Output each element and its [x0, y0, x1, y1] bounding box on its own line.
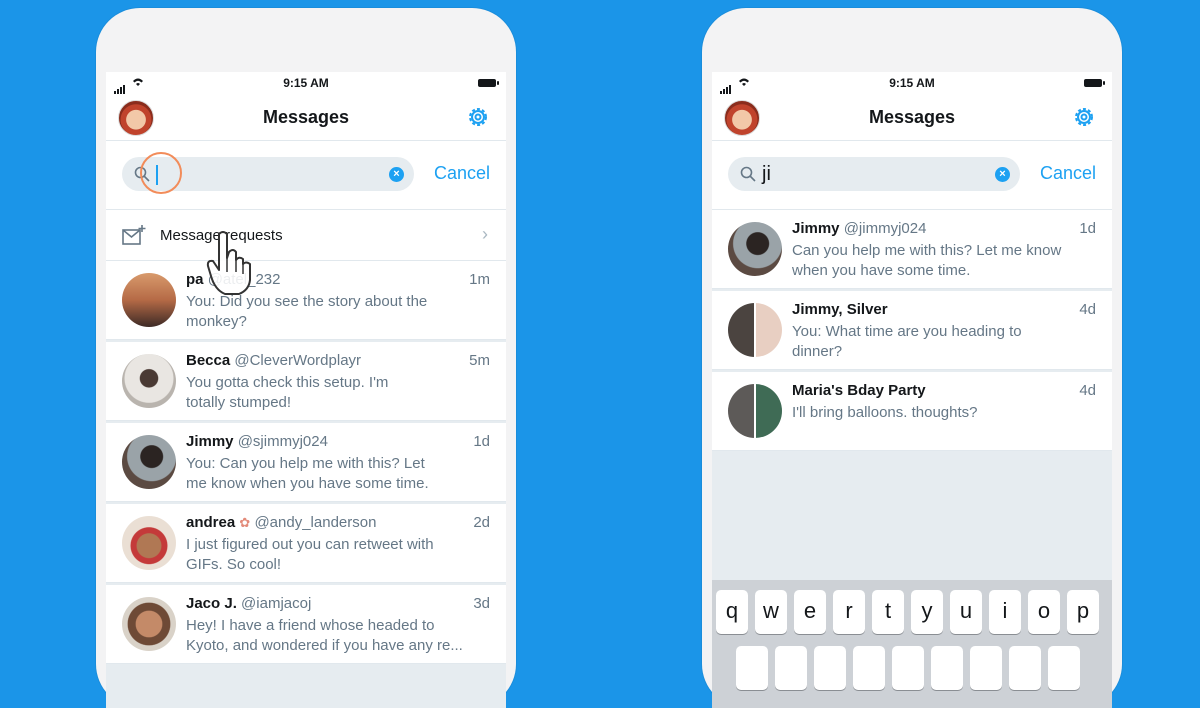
- nav-bar: Messages: [712, 94, 1112, 141]
- keyboard-key[interactable]: [931, 646, 963, 690]
- keyboard-key[interactable]: [892, 646, 924, 690]
- hand-cursor-icon: [206, 231, 251, 295]
- status-time: 9:15 AM: [283, 76, 329, 90]
- key-u[interactable]: u: [950, 590, 982, 634]
- keyboard: q w e r t y u i o p: [712, 580, 1112, 708]
- avatar: [122, 435, 176, 489]
- conversation-preview: You gotta check this setup. I'm totally …: [186, 374, 389, 411]
- group-avatar: [728, 303, 782, 357]
- status-bar: 9:15 AM: [712, 72, 1112, 94]
- conversation-name: andrea ✿ @andy_landerson: [186, 514, 377, 531]
- group-avatar: [728, 384, 782, 438]
- status-bar: 9:15 AM: [106, 72, 506, 94]
- search-result-row[interactable]: Jimmy @jimmyj024 1d Can you help me with…: [712, 210, 1112, 289]
- avatar: [122, 597, 176, 651]
- screen-left: 9:15 AM Messages × Cancel Message reques…: [106, 72, 506, 708]
- conversation-time: 1m: [469, 271, 490, 288]
- keyboard-key[interactable]: [1009, 646, 1041, 690]
- screen-right: 9:15 AM Messages ji × Cancel Jimmy @jimm…: [712, 72, 1112, 708]
- search-value: ji: [762, 163, 771, 185]
- avatar: [122, 516, 176, 570]
- key-p[interactable]: p: [1067, 590, 1099, 634]
- conversation-name: Jimmy @sjimmyj024: [186, 433, 328, 450]
- chevron-right-icon: ›: [482, 224, 488, 244]
- message-requests-row[interactable]: Message requests ›: [106, 210, 506, 261]
- keyboard-key[interactable]: [775, 646, 807, 690]
- mail-plus-icon: [122, 225, 146, 245]
- gear-icon[interactable]: [466, 105, 490, 129]
- key-t[interactable]: t: [872, 590, 904, 634]
- page-title: Messages: [262, 107, 350, 127]
- keyboard-key[interactable]: [853, 646, 885, 690]
- conversation-preview: Hey! I have a friend whose headed to Kyo…: [186, 617, 463, 654]
- gear-icon[interactable]: [1072, 105, 1096, 129]
- avatar: [122, 273, 176, 327]
- conversation-name: Becca @CleverWordplayr: [186, 352, 362, 369]
- key-o[interactable]: o: [1028, 590, 1060, 634]
- conversation-time: 4d: [1079, 382, 1096, 399]
- avatar: [728, 222, 782, 276]
- search-result-row[interactable]: Maria's Bday Party 4d I'll bring balloon…: [712, 372, 1112, 451]
- status-time: 9:15 AM: [889, 76, 935, 90]
- search-icon: [740, 166, 756, 182]
- battery-icon: [1084, 79, 1105, 87]
- nav-bar: Messages: [106, 94, 506, 141]
- conversation-time: 2d: [473, 514, 490, 531]
- key-q[interactable]: q: [716, 590, 748, 634]
- avatar: [122, 354, 176, 408]
- key-i[interactable]: i: [989, 590, 1021, 634]
- clear-icon[interactable]: ×: [995, 167, 1010, 182]
- conversation-time: 1d: [473, 433, 490, 450]
- conversation-row[interactable]: Jimmy @sjimmyj024 1d You: Can you help m…: [106, 423, 506, 502]
- phone-right: 9:15 AM Messages ji × Cancel Jimmy @jimm…: [702, 8, 1122, 708]
- phone-left: 9:15 AM Messages × Cancel Message reques…: [96, 8, 516, 708]
- battery-icon: [478, 79, 499, 87]
- conversation-name: Maria's Bday Party: [792, 382, 926, 399]
- keyboard-key[interactable]: [1048, 646, 1080, 690]
- conversation-time: 5m: [469, 352, 490, 369]
- conversation-preview: I'll bring balloons. thoughts?: [792, 404, 978, 421]
- conversation-row[interactable]: Jaco J. @iamjacoj 3d Hey! I have a frien…: [106, 585, 506, 664]
- conversation-name: Jaco J. @iamjacoj: [186, 595, 312, 612]
- conversation-preview: You: Did you see the story about the mon…: [186, 293, 428, 330]
- clear-icon[interactable]: ×: [389, 167, 404, 182]
- search-row: × Cancel: [106, 141, 506, 210]
- conversation-preview: I just figured out you can retweet with …: [186, 536, 434, 573]
- page-title: Messages: [868, 107, 956, 127]
- conversation-name: Jimmy, Silver: [792, 301, 888, 318]
- conversation-row[interactable]: Becca @CleverWordplayr 5m You gotta chec…: [106, 342, 506, 421]
- key-y[interactable]: y: [911, 590, 943, 634]
- key-w[interactable]: w: [755, 590, 787, 634]
- key-r[interactable]: r: [833, 590, 865, 634]
- search-row: ji × Cancel: [712, 141, 1112, 210]
- cancel-button[interactable]: Cancel: [1040, 163, 1096, 184]
- flower-emoji-icon: ✿: [239, 515, 251, 530]
- conversation-time: 4d: [1079, 301, 1096, 318]
- key-e[interactable]: e: [794, 590, 826, 634]
- conversation-row[interactable]: andrea ✿ @andy_landerson 2d I just figur…: [106, 504, 506, 583]
- conversation-preview: Can you help me with this? Let me know w…: [792, 242, 1062, 279]
- conversation-row[interactable]: pa @atel_232 1m You: Did you see the sto…: [106, 261, 506, 340]
- conversation-time: 1d: [1079, 220, 1096, 237]
- conversation-name: Jimmy @jimmyj024: [792, 220, 927, 237]
- cancel-button[interactable]: Cancel: [434, 163, 490, 184]
- conversation-preview: You: Can you help me with this? Let me k…: [186, 455, 429, 492]
- tap-indicator: [140, 152, 182, 194]
- keyboard-key[interactable]: [814, 646, 846, 690]
- search-result-row[interactable]: Jimmy, Silver 4d You: What time are you …: [712, 291, 1112, 370]
- conversation-time: 3d: [473, 595, 490, 612]
- keyboard-key[interactable]: [736, 646, 768, 690]
- conversation-preview: You: What time are you heading to dinner…: [792, 323, 1022, 360]
- keyboard-key[interactable]: [970, 646, 1002, 690]
- search-input[interactable]: ji ×: [728, 157, 1020, 191]
